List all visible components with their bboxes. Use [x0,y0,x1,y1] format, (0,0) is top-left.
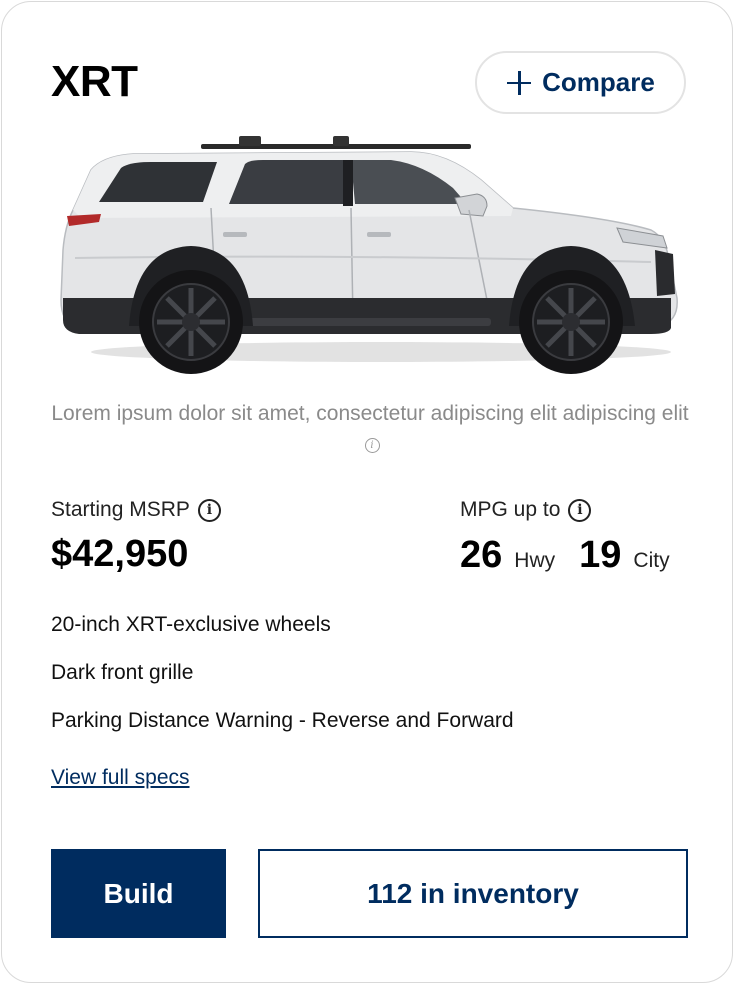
feature-item: Dark front grille [51,661,194,684]
mpg-city-unit: City [633,549,670,572]
rear-wheel [139,270,243,374]
suv-illustration [60,136,678,374]
msrp-label-text: Starting MSRP [51,498,190,521]
info-icon[interactable]: i [364,438,380,453]
trim-title: XRT [51,57,138,106]
build-button[interactable]: Build [51,849,226,938]
trim-card: XRT Compare Lorem ipsum dolor sit amet, … [1,1,733,983]
compare-label: Compare [542,67,655,97]
disclaimer-copy: Lorem ipsum dolor sit amet, consectetur … [51,402,689,425]
mpg-label-text: MPG up to [460,498,561,521]
feature-list: 20-inch XRT-exclusive wheels Dark front … [51,610,514,754]
vehicle-image [51,130,687,376]
disclaimer-text: Lorem ipsum dolor sit amet, consectetur … [42,398,698,462]
view-full-specs-link[interactable]: View full specs [51,764,190,792]
plus-icon [506,70,532,96]
front-wheel [519,270,623,374]
msrp-label: Starting MSRP i [51,497,221,523]
mpg-hwy-value: 26 [460,534,503,576]
feature-item: 20-inch XRT-exclusive wheels [51,613,331,636]
info-icon[interactable]: i [197,498,221,522]
mpg-values: 26 Hwy 19 City [460,532,670,578]
info-icon[interactable]: i [568,498,592,522]
mpg-label: MPG up to i [460,497,592,523]
compare-button[interactable]: Compare [475,51,686,114]
inventory-button[interactable]: 112 in inventory [258,849,688,938]
starting-price: $42,950 [51,533,189,575]
mpg-city-value: 19 [579,534,622,576]
mpg-hwy-unit: Hwy [514,549,556,572]
feature-item: Parking Distance Warning - Reverse and F… [51,709,514,732]
